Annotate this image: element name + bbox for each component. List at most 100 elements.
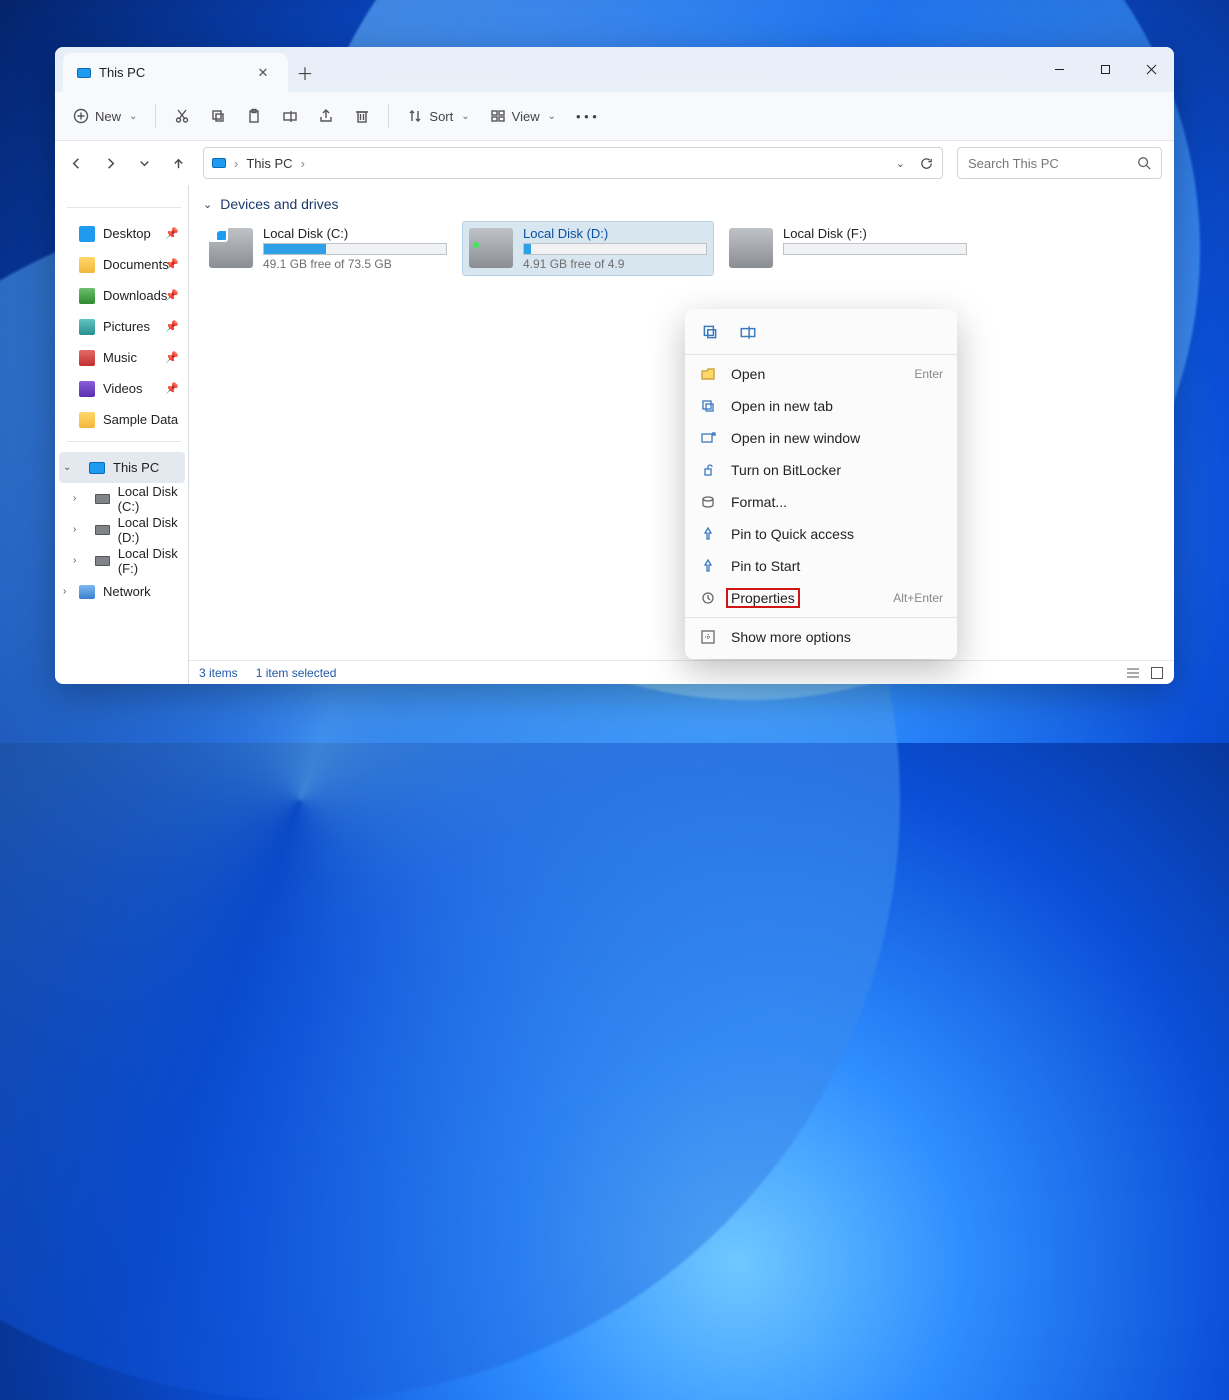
- pin-icon: 📌: [165, 382, 179, 395]
- sidebar-item-music[interactable]: Music📌: [59, 342, 185, 373]
- sidebar-item-sample-data[interactable]: Sample Data: [59, 404, 185, 435]
- sidebar-item-drive[interactable]: ›Local Disk (C:): [59, 483, 185, 514]
- recent-button[interactable]: [129, 148, 159, 178]
- back-button[interactable]: [61, 148, 91, 178]
- search-input[interactable]: Search This PC: [957, 147, 1162, 179]
- status-item-count: 3 items: [199, 666, 238, 680]
- ctx-pin-to-start[interactable]: Pin to Start: [685, 550, 957, 582]
- menu-item-icon: [699, 462, 717, 478]
- close-window-button[interactable]: [1128, 47, 1174, 92]
- sidebar-item-drive[interactable]: ›Local Disk (D:): [59, 514, 185, 545]
- chevron-down-icon[interactable]: ⌄: [63, 462, 71, 473]
- sidebar-item-network[interactable]: › Network: [59, 576, 185, 607]
- address-bar[interactable]: › This PC › ⌄: [203, 147, 943, 179]
- shortcut-hint: Alt+Enter: [893, 591, 943, 605]
- ctx-format-[interactable]: Format...: [685, 486, 957, 518]
- group-header-devices[interactable]: ⌄ Devices and drives: [203, 196, 1162, 212]
- status-bar: 3 items 1 item selected: [189, 660, 1174, 684]
- delete-button[interactable]: [346, 100, 378, 132]
- paste-button[interactable]: [238, 100, 270, 132]
- ctx-open-in-new-window[interactable]: Open in new window: [685, 422, 957, 454]
- pin-icon: 📌: [165, 227, 179, 240]
- more-button[interactable]: • • •: [568, 100, 605, 132]
- menu-item-icon: [699, 494, 717, 510]
- new-tab-button[interactable]: ＋: [288, 53, 322, 92]
- network-icon: [79, 585, 95, 599]
- drive-icon: [729, 228, 773, 268]
- chevron-down-icon: ⌄: [548, 111, 556, 122]
- view-button[interactable]: View⌄: [482, 100, 564, 132]
- forward-button[interactable]: [95, 148, 125, 178]
- search-icon: [1137, 156, 1151, 170]
- menu-item-icon: [699, 398, 717, 414]
- pin-icon: 📌: [165, 351, 179, 364]
- folder-icon: [79, 226, 95, 242]
- navigation-pane: Desktop📌Documents📌Downloads📌Pictures📌Mus…: [55, 185, 189, 684]
- chevron-right-icon[interactable]: ›: [73, 555, 76, 566]
- ctx-open-in-new-tab[interactable]: Open in new tab: [685, 390, 957, 422]
- minimize-button[interactable]: [1036, 47, 1082, 92]
- refresh-icon[interactable]: [919, 156, 934, 171]
- drive-name: Local Disk (D:): [523, 226, 707, 241]
- sidebar-item-downloads[interactable]: Downloads📌: [59, 280, 185, 311]
- ctx-properties[interactable]: PropertiesAlt+Enter: [685, 582, 957, 614]
- chevron-right-icon[interactable]: ›: [73, 493, 76, 504]
- rename-icon[interactable]: [737, 321, 759, 343]
- monitor-icon: [89, 462, 105, 474]
- status-selected-count: 1 item selected: [256, 666, 337, 680]
- copy-icon[interactable]: [699, 321, 721, 343]
- up-button[interactable]: [163, 148, 193, 178]
- command-toolbar: New⌄ Sort⌄ View⌄ • • •: [55, 92, 1174, 141]
- drive-free-text: 49.1 GB free of 73.5 GB: [263, 257, 447, 271]
- chevron-right-icon[interactable]: ›: [63, 586, 66, 597]
- copy-button[interactable]: [202, 100, 234, 132]
- details-view-icon[interactable]: [1126, 666, 1140, 680]
- new-button[interactable]: New⌄: [65, 100, 145, 132]
- file-explorer-window: This PC ✕ ＋ New⌄ Sort⌄ View⌄ • • •: [55, 47, 1174, 684]
- drive-item[interactable]: Local Disk (D:) 4.91 GB free of 4.9: [463, 222, 713, 275]
- ctx-turn-on-bitlocker[interactable]: Turn on BitLocker: [685, 454, 957, 486]
- sidebar-item-desktop[interactable]: Desktop📌: [59, 218, 185, 249]
- cut-button[interactable]: [166, 100, 198, 132]
- drive-item[interactable]: Local Disk (C:) 49.1 GB free of 73.5 GB: [203, 222, 453, 275]
- folder-icon: [79, 288, 95, 304]
- menu-item-icon: [699, 366, 717, 382]
- chevron-down-icon[interactable]: ⌄: [896, 157, 905, 170]
- drive-name: Local Disk (C:): [263, 226, 447, 241]
- more-options-icon: [699, 629, 717, 645]
- drive-name: Local Disk (F:): [783, 226, 967, 241]
- close-tab-icon[interactable]: ✕: [252, 65, 274, 81]
- context-menu: OpenEnterOpen in new tabOpen in new wind…: [685, 309, 957, 659]
- drive-free-text: 4.91 GB free of 4.9: [523, 257, 707, 271]
- thumbnails-view-icon[interactable]: [1150, 666, 1164, 680]
- folder-icon: [79, 319, 95, 335]
- monitor-icon: [77, 68, 91, 78]
- storage-bar: [263, 243, 447, 255]
- chevron-down-icon: ⌄: [461, 111, 469, 122]
- monitor-icon: [212, 158, 226, 168]
- chevron-right-icon[interactable]: ›: [73, 524, 76, 535]
- pin-icon: 📌: [165, 320, 179, 333]
- search-placeholder: Search This PC: [968, 156, 1059, 171]
- share-button[interactable]: [310, 100, 342, 132]
- sidebar-item-this-pc[interactable]: ⌄ This PC: [59, 452, 185, 483]
- sidebar-item-videos[interactable]: Videos📌: [59, 373, 185, 404]
- tab-this-pc[interactable]: This PC ✕: [63, 53, 288, 92]
- ctx-show-more-options[interactable]: Show more options: [685, 621, 957, 653]
- sort-button[interactable]: Sort⌄: [399, 100, 477, 132]
- folder-icon: [79, 257, 95, 273]
- ctx-pin-to-quick-access[interactable]: Pin to Quick access: [685, 518, 957, 550]
- address-text: This PC: [246, 156, 292, 171]
- sidebar-item-drive[interactable]: ›Local Disk (F:): [59, 545, 185, 576]
- ctx-open[interactable]: OpenEnter: [685, 358, 957, 390]
- chevron-down-icon: ⌄: [203, 198, 212, 211]
- drive-icon: [95, 525, 110, 535]
- folder-icon: [79, 412, 95, 428]
- drive-item[interactable]: Local Disk (F:): [723, 222, 973, 275]
- folder-icon: [79, 350, 95, 366]
- sidebar-item-documents[interactable]: Documents📌: [59, 249, 185, 280]
- shortcut-hint: Enter: [914, 367, 943, 381]
- sidebar-item-pictures[interactable]: Pictures📌: [59, 311, 185, 342]
- maximize-button[interactable]: [1082, 47, 1128, 92]
- rename-button[interactable]: [274, 100, 306, 132]
